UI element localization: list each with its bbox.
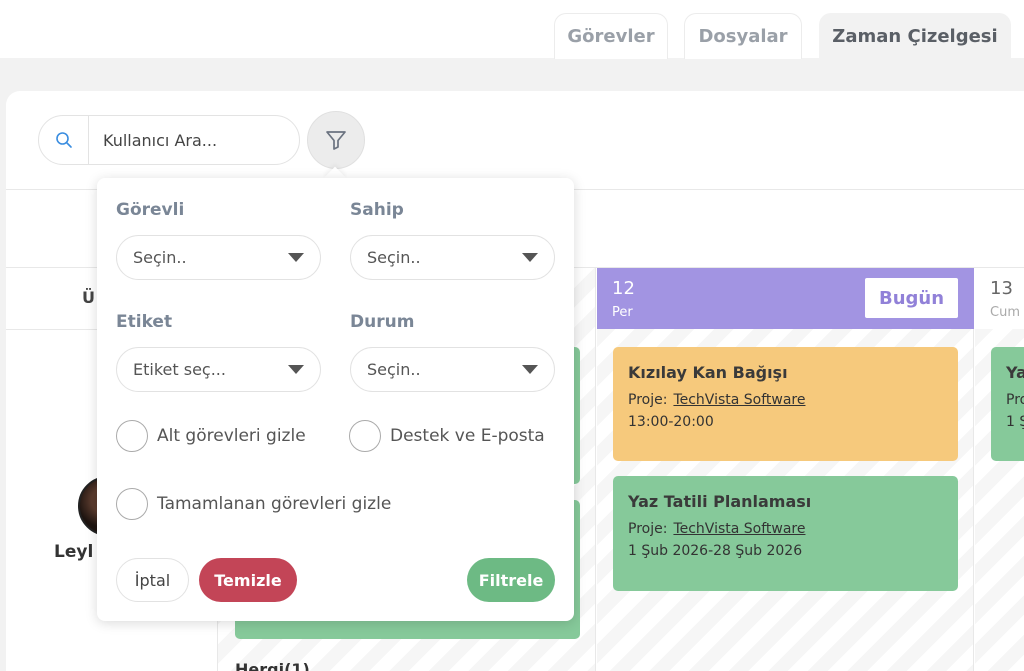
chevron-down-icon — [522, 365, 538, 374]
event-time: 1 Şub 2026-28 Şub 2026 — [628, 543, 803, 559]
user-column-header: Ü — [82, 288, 95, 307]
day-number: 12 — [612, 278, 635, 299]
checkbox-label: Tamamlanan görevleri gizle — [157, 494, 392, 514]
group-label: Hergi(1) — [235, 660, 310, 671]
support-email-checkbox[interactable]: Destek ve E-posta — [349, 420, 545, 452]
apply-filter-button[interactable]: Filtrele — [467, 558, 555, 602]
clear-button[interactable]: Temizle — [199, 558, 297, 602]
checkbox-circle[interactable] — [116, 420, 148, 452]
durum-value: Seçin.. — [367, 360, 421, 379]
today-button[interactable]: Bugün — [865, 278, 958, 318]
event-project: Proje: TechVista Software — [628, 521, 943, 537]
filter-icon — [326, 131, 346, 150]
event-time: 13:00-20:00 — [628, 414, 714, 430]
event-project: Pro — [1006, 392, 1024, 408]
event-title: Kızılay Kan Bağışı — [628, 363, 788, 382]
event-title: Yaz Tatili Planlaması — [628, 492, 812, 511]
hide-subtasks-checkbox[interactable]: Alt görevleri gizle — [116, 420, 306, 452]
chevron-down-icon — [288, 365, 304, 374]
etiket-value: Etiket seç... — [133, 360, 226, 379]
sahip-label: Sahip — [350, 200, 404, 220]
day-header-12: 12 Per Bugün — [597, 268, 974, 329]
event-card[interactable]: Kızılay Kan Bağışı Proje: TechVista Softw… — [613, 347, 958, 461]
checkbox-circle[interactable] — [116, 488, 148, 520]
sahip-select[interactable]: Seçin.. — [350, 235, 555, 280]
checkbox-label: Alt görevleri gizle — [157, 426, 306, 446]
search-icon[interactable] — [39, 116, 89, 164]
hide-completed-checkbox[interactable]: Tamamlanan görevleri gizle — [116, 488, 391, 520]
search-box — [38, 115, 300, 165]
tab-gorevler[interactable]: Görevler — [554, 13, 668, 59]
etiket-select[interactable]: Etiket seç... — [116, 347, 321, 392]
gorevli-label: Görevli — [116, 200, 185, 220]
durum-select[interactable]: Seçin.. — [350, 347, 555, 392]
checkbox-label: Destek ve E-posta — [390, 426, 545, 446]
event-time: 1 Ş — [1006, 414, 1024, 430]
tab-zaman-cizelgesi[interactable]: Zaman Çizelgesi — [819, 13, 1011, 59]
user-name: Leyl — [54, 542, 94, 562]
project-link[interactable]: TechVista Software — [673, 392, 805, 408]
project-label: Proje: — [628, 392, 668, 408]
search-input[interactable] — [89, 130, 289, 150]
etiket-label: Etiket — [116, 312, 173, 332]
cancel-button[interactable]: İptal — [116, 558, 189, 602]
project-link[interactable]: TechVista Software — [673, 521, 805, 537]
sahip-value: Seçin.. — [367, 248, 421, 267]
chevron-down-icon — [522, 253, 538, 262]
day-weekday: Per — [612, 305, 633, 320]
event-card[interactable]: Yaz Tatili Planlaması Proje: TechVista So… — [613, 476, 958, 591]
event-project: Proje: TechVista Software — [628, 392, 943, 408]
event-title: Ya — [1006, 363, 1024, 382]
day-weekday: Cum — [990, 305, 1020, 320]
tab-dosyalar[interactable]: Dosyalar — [684, 13, 802, 59]
filter-button[interactable] — [307, 111, 365, 169]
event-card[interactable]: Ya Pro 1 Ş — [991, 347, 1024, 461]
day-number: 13 — [990, 278, 1013, 299]
gorevli-value: Seçin.. — [133, 248, 187, 267]
gorevli-select[interactable]: Seçin.. — [116, 235, 321, 280]
checkbox-circle[interactable] — [349, 420, 381, 452]
durum-label: Durum — [350, 312, 415, 332]
day-header-13: 13 Cum — [975, 268, 1024, 329]
project-label: Proje: — [628, 521, 668, 537]
chevron-down-icon — [288, 253, 304, 262]
